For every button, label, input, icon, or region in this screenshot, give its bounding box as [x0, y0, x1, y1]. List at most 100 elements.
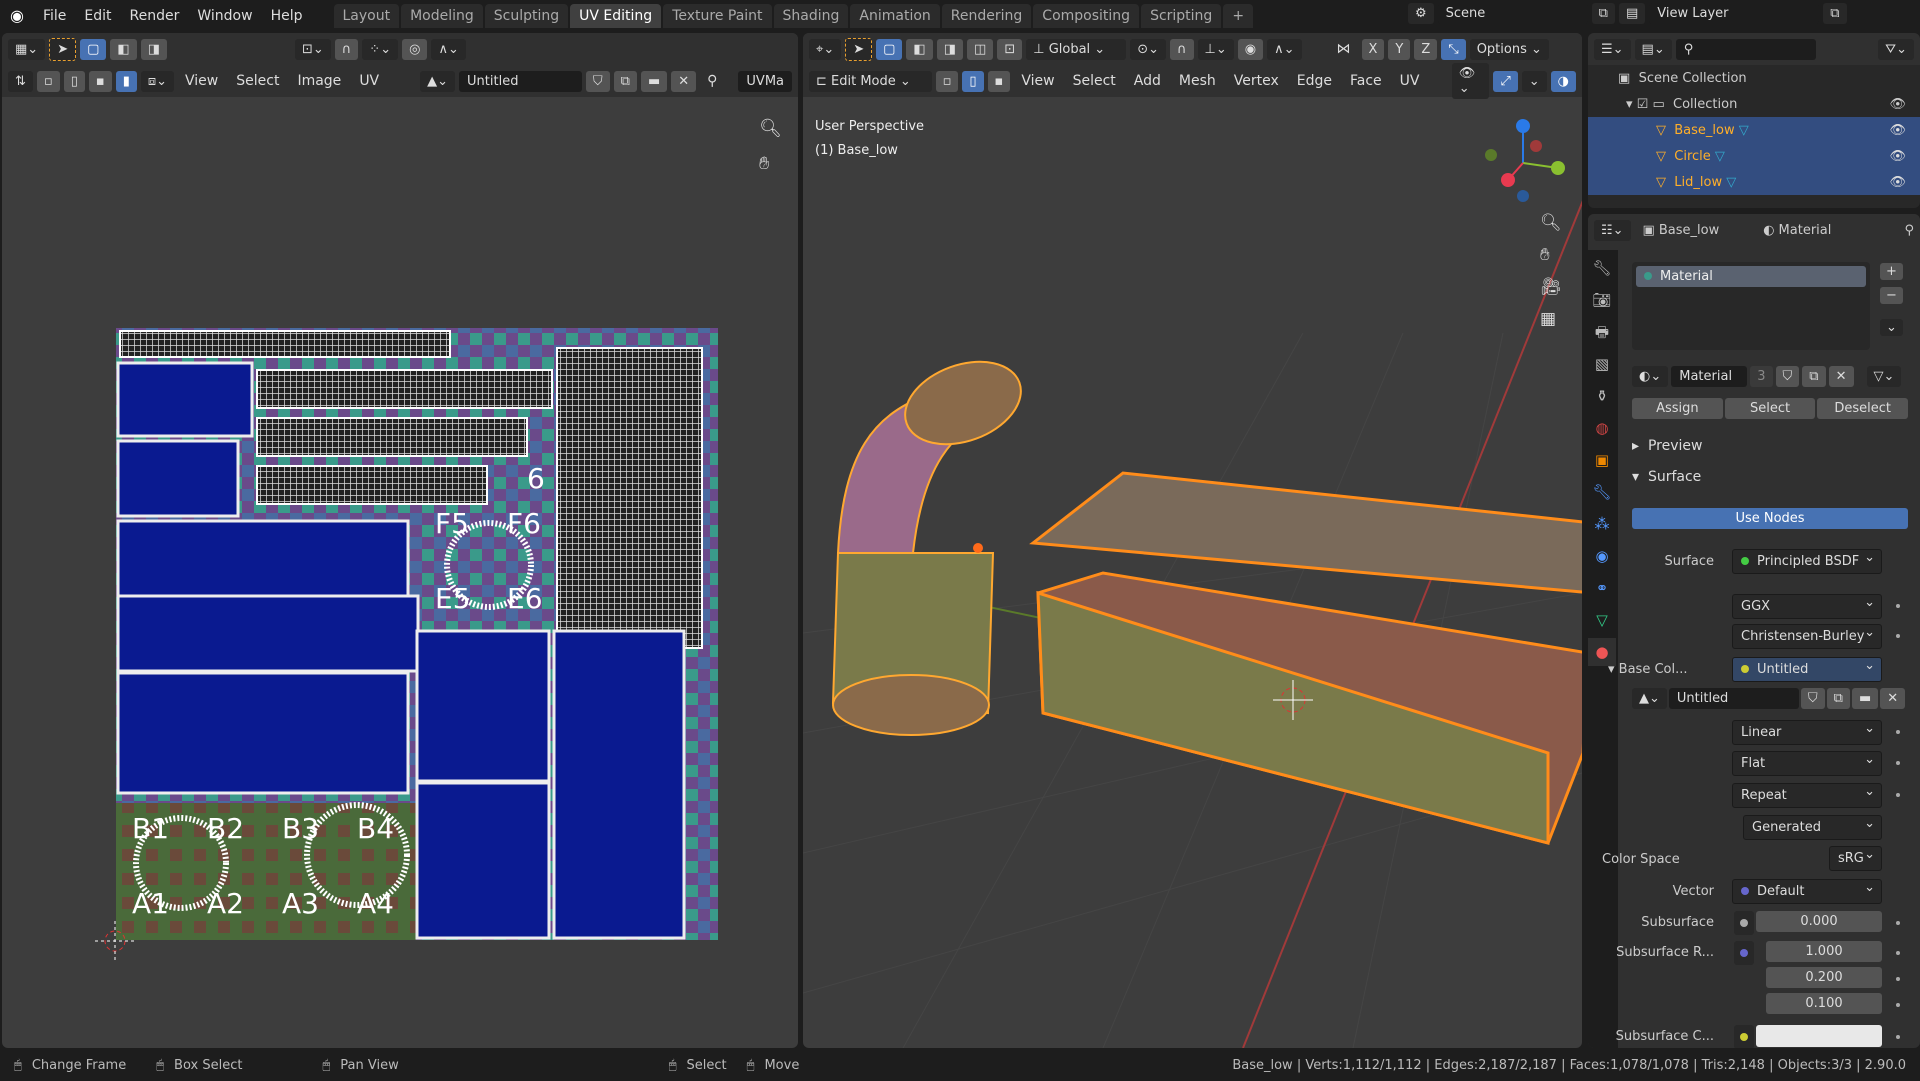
- distribution-dropdown[interactable]: GGX: [1732, 594, 1882, 619]
- fake-user-icon[interactable]: ⛉: [1775, 366, 1800, 387]
- camera-icon[interactable]: 🎥︎: [1540, 277, 1562, 297]
- material-browse-icon[interactable]: ◐⌄: [1632, 366, 1669, 387]
- extension-dropdown[interactable]: Repeat: [1732, 783, 1882, 808]
- eye-icon[interactable]: 👁︎: [1889, 175, 1906, 190]
- filter-icon[interactable]: ⛛⌄: [1878, 38, 1914, 60]
- source-dropdown[interactable]: Generated: [1743, 815, 1882, 840]
- subsurface-value[interactable]: 0.000: [1756, 911, 1882, 932]
- tab-sculpting[interactable]: Sculpting: [484, 3, 569, 28]
- view-layer-icon[interactable]: ▤: [1618, 3, 1646, 24]
- pin-icon[interactable]: ⚲: [1904, 223, 1914, 238]
- navigation-gizmo[interactable]: [1485, 119, 1565, 202]
- keyframe-dot[interactable]: [1896, 921, 1900, 925]
- interpolation-dropdown[interactable]: Linear: [1732, 720, 1882, 745]
- menu-window[interactable]: Window: [188, 8, 261, 24]
- editor-type-icon[interactable]: ☰⌄: [1594, 38, 1631, 60]
- tool-tab-icon[interactable]: 🔧︎: [1588, 254, 1616, 282]
- use-nodes-button[interactable]: Use Nodes: [1632, 508, 1908, 529]
- subsurface-radius-socket[interactable]: [1734, 941, 1754, 965]
- outliner-search-input[interactable]: ⚲: [1675, 38, 1816, 60]
- link-dropdown-icon[interactable]: ▽⌄: [1866, 366, 1902, 387]
- keyframe-dot[interactable]: [1896, 604, 1900, 608]
- eye-icon[interactable]: 👁︎: [1889, 97, 1906, 112]
- view-layer-tab-icon[interactable]: ▧: [1588, 350, 1616, 378]
- add-slot-button[interactable]: +: [1880, 263, 1903, 280]
- outliner-item-lid-low[interactable]: ▽ Lid_low ▽ 👁︎: [1588, 169, 1920, 195]
- constraints-tab-icon[interactable]: ⚭: [1588, 574, 1616, 602]
- open-image-icon[interactable]: ▬: [1851, 688, 1879, 709]
- menu-file[interactable]: File: [34, 8, 75, 24]
- subsurface-radius-x[interactable]: 1.000: [1766, 941, 1882, 962]
- uv-canvas[interactable]: F5 F6 E5 E6 B1 B2 B3 B4 A1 A2 A3 A4 6: [2, 33, 798, 1048]
- modifier-tab-icon[interactable]: 🔧︎: [1588, 478, 1616, 506]
- keyframe-dot[interactable]: [1896, 977, 1900, 981]
- object-tab-icon[interactable]: ▣: [1588, 446, 1616, 474]
- subsurface-radius-y[interactable]: 0.200: [1766, 967, 1882, 988]
- tab-scripting[interactable]: Scripting: [1141, 3, 1222, 28]
- display-mode-icon[interactable]: ▤⌄: [1634, 38, 1672, 60]
- projection-dropdown[interactable]: Flat: [1732, 751, 1882, 776]
- keyframe-dot[interactable]: [1896, 761, 1900, 765]
- subsurface-method-dropdown[interactable]: Christensen-Burley: [1732, 624, 1882, 649]
- subsurface-color-socket[interactable]: [1734, 1025, 1754, 1048]
- color-space-dropdown[interactable]: sRG: [1829, 846, 1882, 871]
- tab-uv-editing[interactable]: UV Editing: [570, 3, 662, 28]
- subsurface-socket[interactable]: [1734, 911, 1754, 935]
- tab-layout[interactable]: Layout: [333, 3, 400, 28]
- render-tab-icon[interactable]: 📷︎: [1588, 286, 1616, 314]
- menu-edit[interactable]: Edit: [75, 8, 120, 24]
- keyframe-dot[interactable]: [1896, 1035, 1900, 1039]
- pan-icon[interactable]: ✋︎: [1540, 245, 1562, 265]
- scene-selector-icon[interactable]: ⚙: [1408, 3, 1434, 24]
- scene-field[interactable]: Scene: [1437, 3, 1588, 24]
- collection-row[interactable]: ▾ ☑ ▭ Collection 👁︎: [1588, 91, 1920, 117]
- viewport-canvas[interactable]: [803, 33, 1582, 1048]
- slot-specials-button[interactable]: ⌄: [1880, 319, 1903, 336]
- new-view-layer-icon[interactable]: ⧉: [1823, 3, 1847, 24]
- tab-shading[interactable]: Shading: [773, 3, 849, 28]
- data-tab-icon[interactable]: ▽: [1588, 606, 1616, 634]
- blender-logo-icon[interactable]: ◉: [0, 6, 34, 25]
- preview-panel-header[interactable]: ▸ Preview: [1632, 438, 1702, 454]
- editor-type-icon[interactable]: ☷⌄: [1594, 219, 1631, 241]
- world-tab-icon[interactable]: ◍: [1588, 414, 1616, 442]
- keyframe-dot[interactable]: [1896, 730, 1900, 734]
- subsurface-radius-z[interactable]: 0.100: [1766, 993, 1882, 1014]
- surface-shader-field[interactable]: Principled BSDF: [1732, 549, 1882, 574]
- keyframe-dot[interactable]: [1896, 951, 1900, 955]
- base-color-field[interactable]: Untitled: [1732, 657, 1882, 682]
- keyframe-dot[interactable]: [1896, 634, 1900, 638]
- eye-icon[interactable]: 👁︎: [1889, 123, 1906, 138]
- scene-tab-icon[interactable]: ⚱: [1588, 382, 1616, 410]
- keyframe-dot[interactable]: [1896, 793, 1900, 797]
- particles-tab-icon[interactable]: ⁂: [1588, 510, 1616, 538]
- material-slot[interactable]: Material: [1636, 266, 1866, 287]
- fake-user-icon[interactable]: ⛉: [1800, 688, 1825, 709]
- outliner-item-base-low[interactable]: ▽ Base_low ▽ 👁︎: [1588, 117, 1920, 143]
- deselect-button[interactable]: Deselect: [1817, 398, 1909, 419]
- outliner-item-circle[interactable]: ▽ Circle ▽ 👁︎: [1588, 143, 1920, 169]
- eye-icon[interactable]: 👁︎: [1889, 149, 1906, 164]
- zoom-icon[interactable]: 🔍︎: [1540, 213, 1562, 233]
- menu-render[interactable]: Render: [121, 8, 189, 24]
- material-name-field[interactable]: Material: [1671, 366, 1748, 387]
- image-browse-icon[interactable]: ▲⌄: [1632, 688, 1667, 709]
- user-count[interactable]: 3: [1750, 366, 1773, 387]
- physics-tab-icon[interactable]: ◉: [1588, 542, 1616, 570]
- select-button[interactable]: Select: [1724, 398, 1816, 419]
- perspective-grid-icon[interactable]: ▦: [1540, 309, 1562, 329]
- image-name-field[interactable]: Untitled: [1668, 688, 1799, 709]
- view-layer-field[interactable]: View Layer: [1649, 3, 1820, 24]
- base-color-label[interactable]: ▾ Base Col...: [1608, 662, 1714, 677]
- duplicate-material-icon[interactable]: ⧉: [1802, 366, 1826, 387]
- assign-button[interactable]: Assign: [1632, 398, 1723, 419]
- tab-texture-paint[interactable]: Texture Paint: [663, 3, 772, 28]
- vector-field[interactable]: Default: [1732, 879, 1882, 904]
- menu-help[interactable]: Help: [262, 8, 312, 24]
- unlink-image-icon[interactable]: ✕: [1880, 688, 1906, 709]
- tab-modeling[interactable]: Modeling: [401, 3, 483, 28]
- unlink-material-icon[interactable]: ✕: [1828, 366, 1854, 387]
- keyframe-dot[interactable]: [1896, 1003, 1900, 1007]
- new-image-icon[interactable]: ⧉: [1826, 688, 1850, 709]
- tab-compositing[interactable]: Compositing: [1033, 3, 1140, 28]
